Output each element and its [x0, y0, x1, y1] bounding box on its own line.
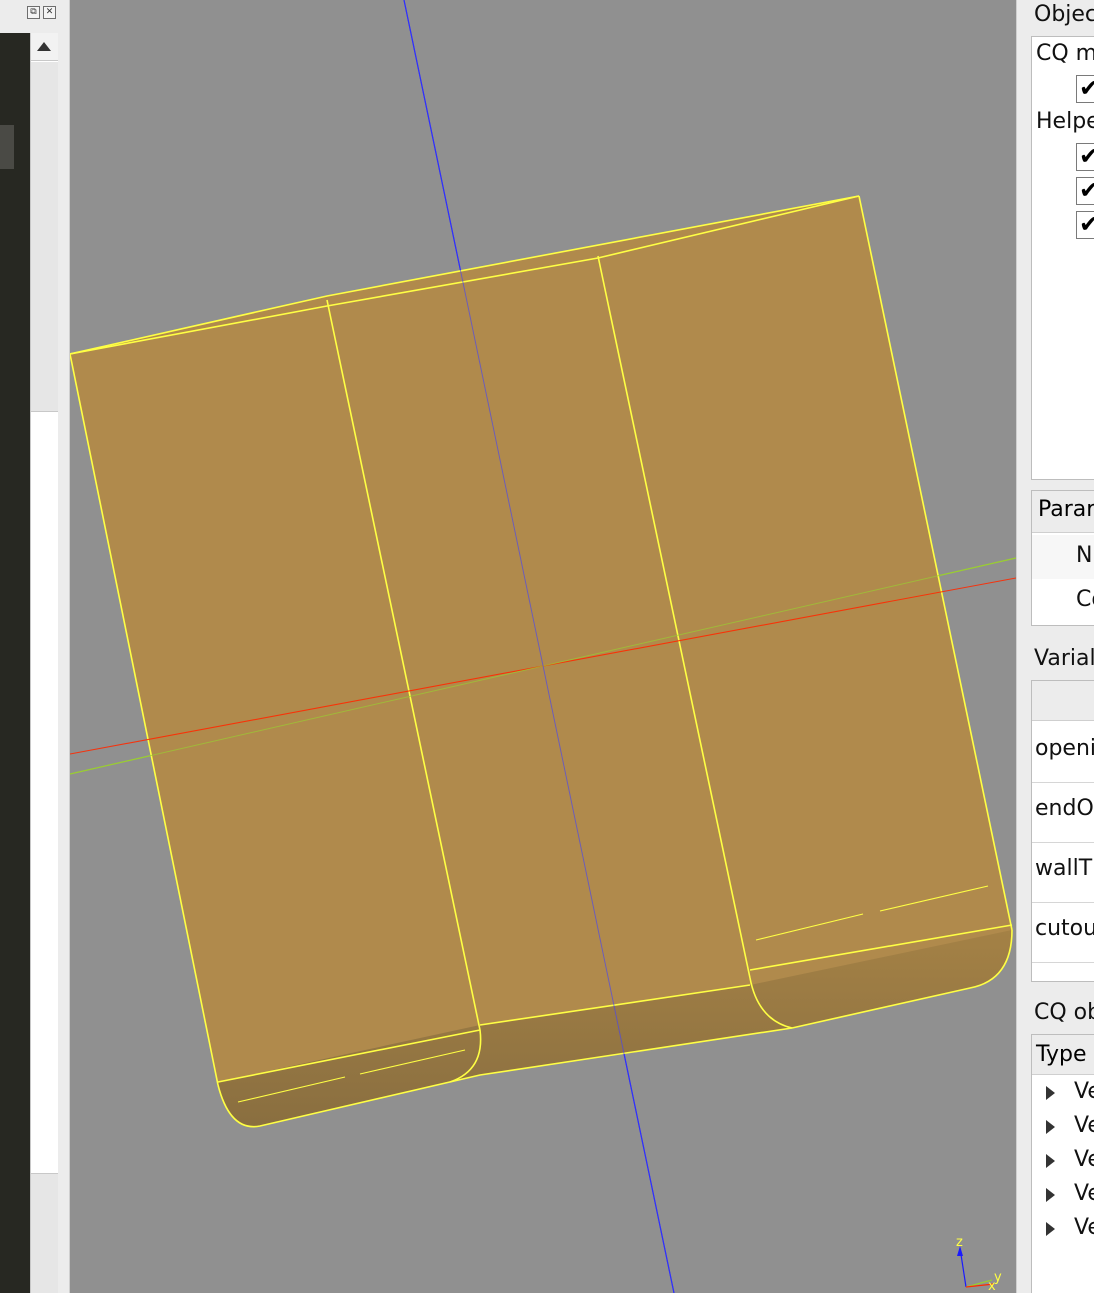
tree-group-cq-models[interactable]: CQ m — [1036, 41, 1094, 66]
parameters-panel: Parar N Co — [1031, 490, 1094, 626]
scrollbar-thumb[interactable] — [31, 62, 58, 412]
helper-checkbox[interactable] — [1076, 176, 1094, 205]
editor-current-line — [0, 125, 14, 169]
triad-x-label: x — [988, 1279, 996, 1293]
cq-object-type: Ve — [1074, 1079, 1094, 1104]
helper-checkbox[interactable] — [1076, 142, 1094, 171]
editor-dock-title-bar: ⧉ ✕ — [0, 0, 66, 32]
helper-checkbox[interactable] — [1076, 210, 1094, 239]
parameters-panel-title: Parar — [1038, 497, 1094, 522]
objects-panel-title: Objec — [1034, 2, 1094, 27]
code-editor[interactable] — [0, 33, 30, 1293]
variable-row[interactable]: cutou — [1032, 903, 1094, 963]
tree-group-helpers[interactable]: Helpe — [1036, 109, 1094, 134]
expand-arrow-icon[interactable] — [1046, 1120, 1055, 1134]
cq-object-row[interactable]: Ve — [1032, 1179, 1094, 1213]
parameters-header: Parar — [1032, 491, 1094, 533]
parameter-row[interactable]: N — [1032, 535, 1094, 579]
cq-object-type: Ve — [1074, 1181, 1094, 1206]
triad-z-label: z — [956, 1235, 963, 1250]
cq-object-row[interactable]: Ve — [1032, 1145, 1094, 1179]
variable-row[interactable]: wallTl — [1032, 843, 1094, 903]
3d-scene: z y x — [70, 0, 1016, 1293]
cq-object-type-header[interactable]: Type — [1032, 1035, 1094, 1075]
cq-object-panel-title: CQ ob — [1034, 1000, 1094, 1025]
variable-row[interactable]: endO — [1032, 783, 1094, 843]
variables-panel-title: Varial — [1034, 646, 1094, 671]
expand-arrow-icon[interactable] — [1046, 1222, 1055, 1236]
dock-splitter[interactable] — [58, 0, 70, 1293]
scrollbar-lower-track[interactable] — [31, 1173, 58, 1293]
expand-arrow-icon[interactable] — [1046, 1154, 1055, 1168]
close-icon[interactable]: ✕ — [43, 6, 56, 19]
expand-arrow-icon[interactable] — [1046, 1086, 1055, 1100]
expand-arrow-icon[interactable] — [1046, 1188, 1055, 1202]
parameter-name: Co — [1076, 587, 1094, 612]
objects-tree[interactable]: CQ m Helpe — [1031, 36, 1094, 480]
float-icon[interactable]: ⧉ — [27, 6, 40, 19]
variable-row[interactable]: openi — [1032, 723, 1094, 783]
3d-viewport[interactable]: z y x — [70, 0, 1016, 1293]
scroll-up-arrow-icon[interactable] — [31, 33, 58, 61]
cq-object-tree[interactable]: Type Ve Ve Ve Ve Ve — [1031, 1034, 1094, 1293]
variables-table-header — [1032, 681, 1094, 721]
code-editor-dock: ⧉ ✕ — [0, 0, 66, 1293]
cq-object-type: Ve — [1074, 1113, 1094, 1138]
cq-object-type: Ve — [1074, 1147, 1094, 1172]
parameter-name: N — [1076, 543, 1093, 568]
cq-object-row[interactable]: Ve — [1032, 1213, 1094, 1247]
cq-object-row[interactable]: Ve — [1032, 1077, 1094, 1111]
cq-object-row[interactable]: Ve — [1032, 1111, 1094, 1145]
variables-table[interactable]: openi endO wallTl cutou — [1031, 680, 1094, 982]
editor-vertical-scrollbar[interactable] — [30, 33, 58, 1293]
object-checkbox[interactable] — [1076, 74, 1094, 103]
parameter-row[interactable]: Co — [1032, 579, 1094, 623]
orientation-triad: z y x — [956, 1235, 1002, 1293]
right-dock-panel: Objec CQ m Helpe Parar N Co Varial openi… — [1016, 0, 1094, 1293]
cq-object-type: Ve — [1074, 1215, 1094, 1240]
